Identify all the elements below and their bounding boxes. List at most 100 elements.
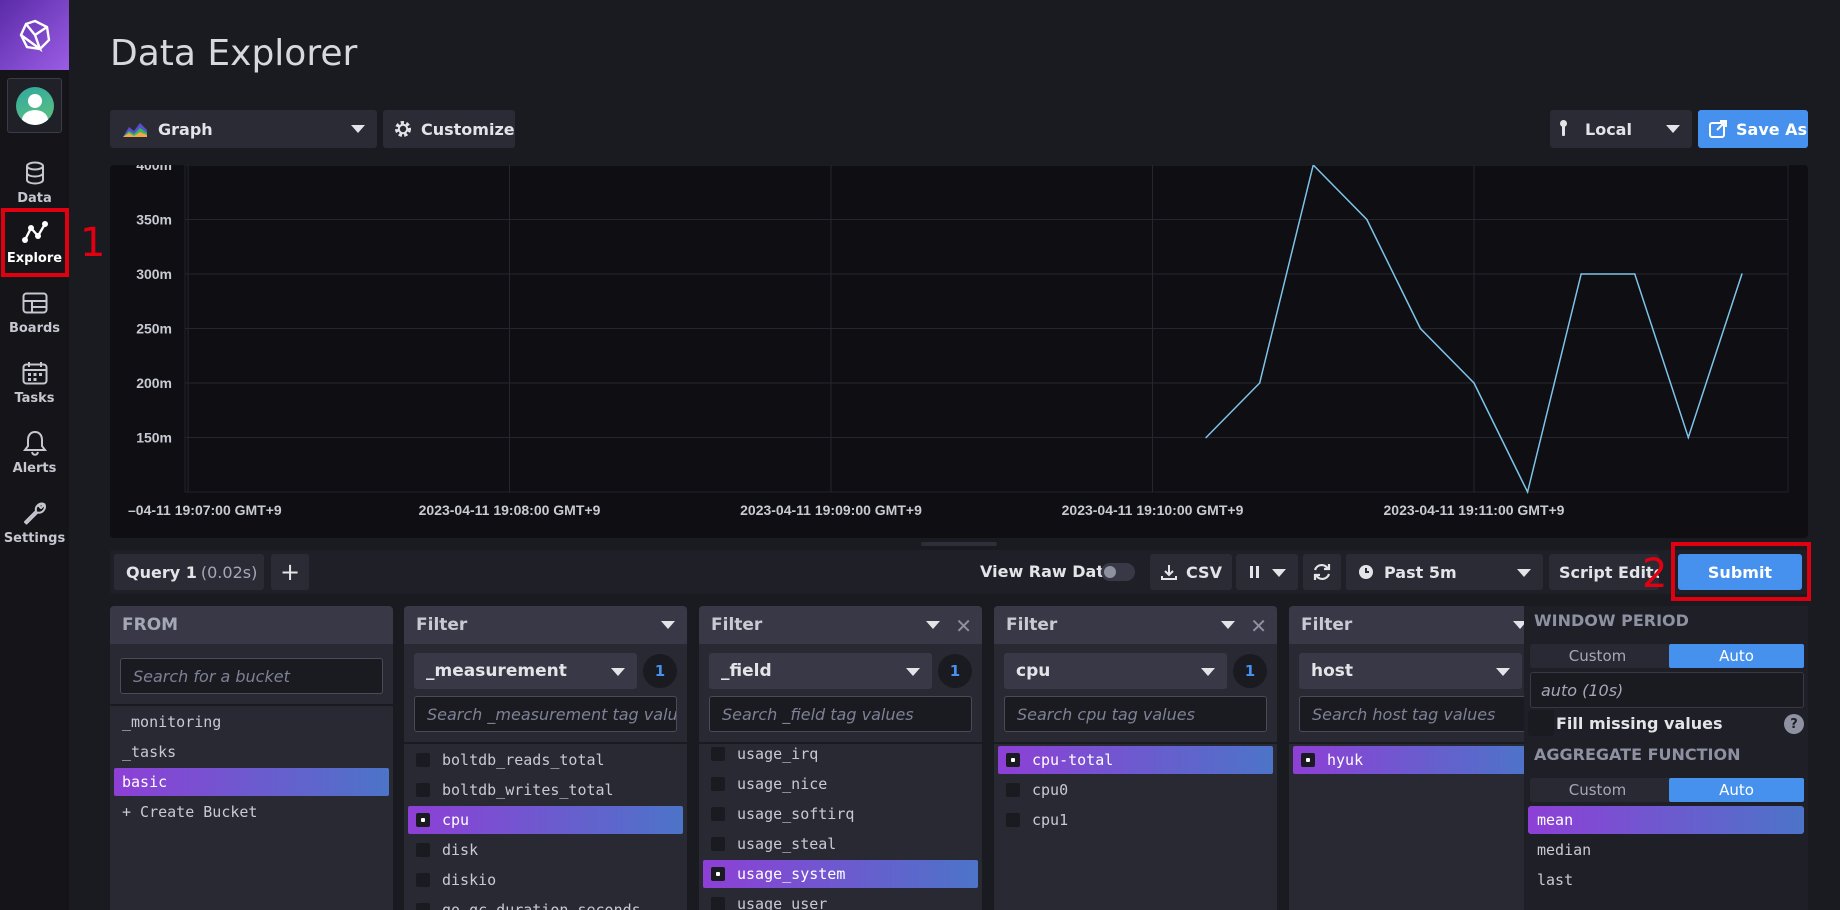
close-icon[interactable]: ✕ bbox=[955, 614, 972, 638]
tag-value-item[interactable]: diskio bbox=[408, 866, 683, 894]
tag-value-label: cpu0 bbox=[1032, 781, 1069, 799]
tag-key-dropdown[interactable]: host bbox=[1299, 653, 1522, 689]
filter-card-field: Filter ✕ _field 1 Search _field tag valu… bbox=[699, 606, 982, 910]
bucket-search-input[interactable]: Search for a bucket bbox=[120, 658, 383, 694]
tag-key-dropdown[interactable]: cpu bbox=[1004, 653, 1227, 689]
checkbox-checked[interactable] bbox=[711, 867, 725, 881]
autorefresh-dropdown[interactable] bbox=[1236, 554, 1298, 590]
tag-value-item[interactable]: boltdb_reads_total bbox=[408, 746, 683, 774]
tag-value-item-selected[interactable]: cpu bbox=[408, 806, 683, 834]
bucket-item-selected[interactable]: basic bbox=[114, 768, 389, 796]
checkbox[interactable] bbox=[1006, 783, 1020, 797]
tag-value-item[interactable]: cpu0 bbox=[998, 776, 1273, 804]
customize-button[interactable]: Customize bbox=[383, 110, 515, 148]
save-as-label: Save As bbox=[1736, 119, 1808, 139]
filter-header[interactable]: Filter ✕ bbox=[994, 606, 1277, 644]
filter-header[interactable]: Filter bbox=[1289, 606, 1529, 644]
graph-panel[interactable]: 400m 350m 300m 250m 200m 150m –04-11 19:07:00 … bbox=[110, 165, 1808, 538]
bucket-item[interactable]: _tasks bbox=[114, 738, 389, 766]
checkbox[interactable] bbox=[416, 873, 430, 887]
tag-value-item-selected[interactable]: hyuk bbox=[1293, 746, 1529, 774]
influxdb-logo-icon[interactable] bbox=[0, 0, 69, 70]
create-bucket-link[interactable]: + Create Bucket bbox=[114, 798, 389, 826]
window-period-auto-button[interactable]: Auto bbox=[1669, 644, 1804, 668]
tag-value-item[interactable]: go_gc_duration_seconds bbox=[408, 896, 683, 910]
tag-value-item-selected[interactable]: cpu-total bbox=[998, 746, 1273, 774]
view-raw-data-toggle[interactable] bbox=[1101, 563, 1135, 581]
sidebar-item-boards[interactable]: Boards bbox=[0, 278, 69, 346]
fill-missing-label: Fill missing values bbox=[1556, 714, 1723, 733]
filter-header-label: Filter bbox=[416, 615, 468, 635]
from-header: FROM bbox=[110, 606, 393, 644]
timezone-dropdown[interactable]: Local bbox=[1550, 110, 1692, 148]
selected-count-badge: 1 bbox=[643, 654, 677, 688]
tag-key-dropdown[interactable]: _measurement bbox=[414, 653, 637, 689]
filter-header[interactable]: Filter bbox=[404, 606, 687, 644]
checkbox[interactable] bbox=[711, 897, 725, 910]
query-tab[interactable]: Query 1 (0.02s) bbox=[114, 554, 264, 590]
tag-value-item[interactable]: usage_softirq bbox=[703, 800, 978, 828]
checkbox[interactable] bbox=[416, 753, 430, 767]
checkbox[interactable] bbox=[711, 747, 725, 761]
sidebar-item-alerts[interactable]: Alerts bbox=[0, 418, 69, 486]
chevron-down-icon bbox=[926, 621, 940, 629]
tag-key-dropdown[interactable]: _field bbox=[709, 653, 932, 689]
aggregate-auto-button[interactable]: Auto bbox=[1669, 778, 1804, 802]
download-icon bbox=[1161, 565, 1177, 580]
visualization-type-dropdown[interactable]: Graph bbox=[110, 110, 377, 148]
tag-value-item[interactable]: boltdb_writes_total bbox=[408, 776, 683, 804]
selected-count-badge: 1 bbox=[1233, 654, 1267, 688]
checkbox-checked[interactable] bbox=[416, 813, 430, 827]
refresh-button[interactable] bbox=[1303, 554, 1341, 590]
wrench-icon bbox=[21, 499, 49, 527]
help-icon[interactable]: ? bbox=[1784, 714, 1804, 734]
checkbox-checked[interactable] bbox=[1006, 753, 1020, 767]
fill-missing-checkbox[interactable] bbox=[1528, 710, 1554, 736]
sidebar-item-settings[interactable]: Settings bbox=[0, 488, 69, 556]
aggregate-item-selected[interactable]: mean bbox=[1528, 806, 1804, 834]
filter-header-label: Filter bbox=[1006, 615, 1058, 635]
y-tick-label: 150m bbox=[136, 430, 172, 446]
save-as-button[interactable]: Save As bbox=[1698, 110, 1808, 148]
aggregate-item[interactable]: median bbox=[1528, 836, 1804, 864]
x-tick-label: –04-11 19:07:00 GMT+9 bbox=[128, 502, 282, 518]
tag-values-search-input[interactable]: Search host tag values bbox=[1299, 696, 1529, 732]
tag-values-search-input[interactable]: Search cpu tag values bbox=[1004, 696, 1267, 732]
bucket-item[interactable]: _monitoring bbox=[114, 708, 389, 736]
checkbox[interactable] bbox=[416, 843, 430, 857]
window-period-custom-button[interactable]: Custom bbox=[1530, 644, 1665, 668]
tag-value-item[interactable]: disk bbox=[408, 836, 683, 864]
sidebar-item-tasks[interactable]: Tasks bbox=[0, 348, 69, 416]
checkbox-checked[interactable] bbox=[1301, 753, 1315, 767]
checkbox[interactable] bbox=[711, 807, 725, 821]
checkbox[interactable] bbox=[1006, 813, 1020, 827]
tag-value-item-selected[interactable]: usage_system bbox=[703, 860, 978, 888]
tag-key-label: host bbox=[1311, 661, 1354, 681]
chevron-down-icon bbox=[1666, 125, 1680, 133]
tag-values-search-input[interactable]: Search _field tag values bbox=[709, 696, 972, 732]
sidebar-item-data[interactable]: Data bbox=[0, 148, 69, 216]
tag-key-label: cpu bbox=[1016, 661, 1051, 681]
time-range-dropdown[interactable]: Past 5m bbox=[1346, 554, 1543, 590]
filter-header[interactable]: Filter ✕ bbox=[699, 606, 982, 644]
tag-values-search-input[interactable]: Search _measurement tag values bbox=[414, 696, 677, 732]
checkbox[interactable] bbox=[711, 777, 725, 791]
sidebar-item-explore[interactable]: Explore bbox=[0, 208, 69, 276]
add-query-button[interactable]: + bbox=[271, 554, 309, 590]
csv-download-button[interactable]: CSV bbox=[1150, 554, 1232, 590]
tag-value-item[interactable]: cpu1 bbox=[998, 806, 1273, 834]
tag-value-item[interactable]: usage_steal bbox=[703, 830, 978, 858]
tag-value-item[interactable]: usage_user bbox=[703, 890, 978, 910]
aggregate-custom-button[interactable]: Custom bbox=[1530, 778, 1665, 802]
checkbox[interactable] bbox=[416, 903, 430, 910]
checkbox[interactable] bbox=[711, 837, 725, 851]
tag-value-item[interactable]: usage_nice bbox=[703, 770, 978, 798]
tag-value-item[interactable]: usage_irq bbox=[703, 740, 978, 768]
submit-button[interactable]: Submit bbox=[1678, 554, 1802, 590]
close-icon[interactable]: ✕ bbox=[1250, 614, 1267, 638]
user-avatar-button[interactable] bbox=[7, 78, 62, 133]
aggregate-item[interactable]: last bbox=[1528, 866, 1804, 894]
resize-handle[interactable] bbox=[921, 542, 997, 546]
window-period-input[interactable]: auto (10s) bbox=[1530, 672, 1804, 708]
checkbox[interactable] bbox=[416, 783, 430, 797]
